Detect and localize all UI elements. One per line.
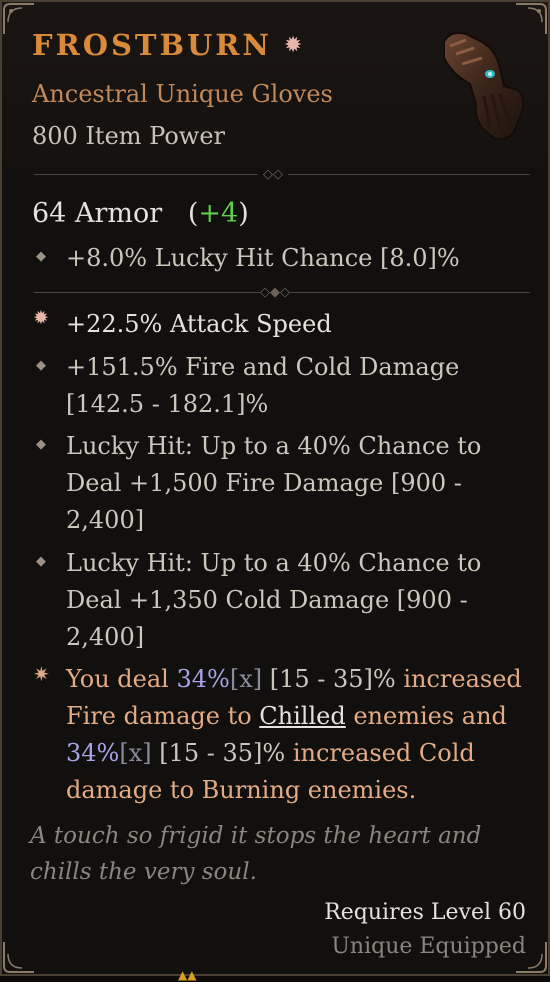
power-value: 34% (66, 739, 120, 767)
unique-power: ✷ You deal 34%[x] [15 - 35]% increased F… (32, 661, 522, 809)
chilled-keyword-link[interactable]: Chilled (259, 702, 345, 730)
unique-power-line: You deal 34%[x] [15 - 35]% increased (66, 665, 522, 693)
unique-power-line: Fire damage to Chilled enemies and (66, 702, 507, 730)
diamond-bullet-icon: ◆ (36, 249, 46, 264)
affix-text: +22.5% Attack Speed (66, 310, 332, 338)
affix-lucky-hit-cold: ◆ Lucky Hit: Up to a 40% Chance to Deal … (32, 545, 522, 656)
unique-power-icon: ✷ (33, 662, 50, 686)
affix-text-line: Deal +1,350 Cold Damage [900 - (66, 586, 468, 614)
item-type: Ancestral Unique Gloves (32, 80, 333, 108)
armor-bonus: +4 (198, 198, 239, 229)
unique-power-line: 34%[x] [15 - 35]% increased Cold (66, 739, 475, 767)
affix-text-line: Lucky Hit: Up to a 40% Chance to (66, 432, 482, 460)
gloves-icon (430, 24, 530, 144)
affix-text-line: [142.5 - 182.1]% (66, 390, 269, 418)
implicit-text: +8.0% Lucky Hit Chance [8.0]% (66, 244, 460, 272)
affix-attack-speed: ✹ +22.5% Attack Speed (32, 306, 522, 343)
item-tooltip: FROSTBURN ✹ Ancestral Unique Gloves 800 … (0, 0, 550, 982)
unique-equipped-note: Unique Equipped (331, 934, 526, 959)
item-title-row: FROSTBURN ✹ (32, 28, 302, 62)
corner-ornament-icon (2, 940, 36, 974)
unique-power-line: damage to Burning enemies. (66, 776, 417, 804)
affix-text-line: Lucky Hit: Up to a 40% Chance to (66, 549, 482, 577)
affix-text-line: Deal +1,500 Fire Damage [900 - (66, 469, 462, 497)
affix-text-line: 2,400] (66, 623, 145, 651)
armor-value: 64 Armor (32, 198, 163, 229)
unique-star-icon: ✹ (283, 32, 303, 58)
section-divider: ◇◇ (34, 168, 530, 182)
corner-ornament-icon (2, 2, 36, 36)
item-name: FROSTBURN (32, 28, 272, 62)
affix-text-line: +151.5% Fire and Cold Damage (66, 353, 460, 381)
diamond-bullet-icon: ◆ (36, 554, 46, 569)
armor-stat: 64 Armor (+4) (32, 198, 249, 229)
star-gem-icon: ✹ (33, 307, 49, 329)
implicit-affix: ◆ +8.0% Lucky Hit Chance [8.0]% (32, 240, 522, 277)
affix-fire-cold-damage: ◆ +151.5% Fire and Cold Damage [142.5 - … (32, 349, 522, 423)
level-requirement: Requires Level 60 (324, 900, 526, 925)
flavor-text: A touch so frigid it stops the heart and… (30, 823, 482, 885)
diamond-bullet-icon: ◆ (36, 437, 46, 452)
power-value: 34% (176, 665, 230, 693)
bottom-ornament-icon: ▲▲ (178, 968, 197, 982)
section-divider: ◇◆◇ (34, 286, 530, 300)
item-power: 800 Item Power (32, 122, 225, 150)
affix-lucky-hit-fire: ◆ Lucky Hit: Up to a 40% Chance to Deal … (32, 428, 522, 539)
diamond-bullet-icon: ◆ (36, 358, 46, 373)
affix-text-line: 2,400] (66, 506, 145, 534)
